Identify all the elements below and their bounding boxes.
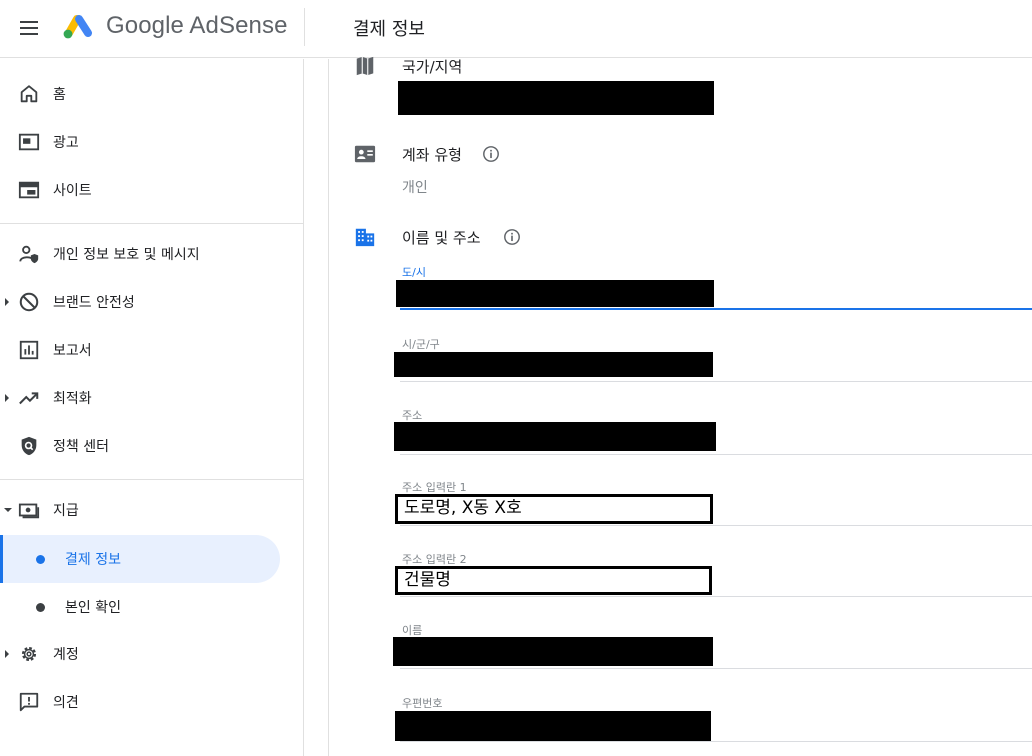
- payments-icon: [18, 503, 40, 519]
- map-icon: [356, 56, 374, 76]
- postal-code-label: 우편번호: [402, 697, 443, 710]
- top-app-bar: Google AdSense 결제 정보: [0, 0, 1032, 58]
- country-value-redacted: [398, 81, 714, 115]
- sidebar-item-label: 보고서: [53, 343, 92, 359]
- address-field-label: 주소: [402, 409, 423, 422]
- adsense-logo-icon[interactable]: [60, 10, 96, 42]
- sidebar-item-account[interactable]: 계정: [0, 631, 304, 677]
- sidebar-item-policy-center[interactable]: 정책 센터: [0, 423, 304, 469]
- expand-caret-icon[interactable]: [5, 394, 9, 402]
- trending-icon: [19, 392, 39, 405]
- sidebar-item-label: 브랜드 안전성: [53, 295, 135, 311]
- info-icon[interactable]: [482, 145, 500, 163]
- name-field-label: 이름: [402, 624, 423, 637]
- info-icon[interactable]: [503, 228, 521, 246]
- name-field-redacted[interactable]: [393, 637, 713, 666]
- sidebar: 홈 광고 사이트 개인 정보 보호 및 메시지 브랜드 안전성 보고서 최적화 …: [0, 59, 304, 756]
- building-icon: [355, 228, 375, 247]
- sidebar-item-optimization[interactable]: 최적화: [0, 375, 304, 421]
- bullet-icon: [36, 603, 45, 612]
- account-type-title: 계좌 유형: [402, 146, 462, 164]
- name-address-title: 이름 및 주소: [402, 229, 481, 247]
- reports-icon: [19, 340, 39, 360]
- page-title: 결제 정보: [353, 19, 425, 40]
- province-field-underline: [400, 308, 1032, 310]
- address-line1-input[interactable]: 도로명, X동 X호: [395, 494, 713, 524]
- postal-code-underline: [400, 741, 1032, 742]
- content-divider: [328, 59, 329, 756]
- sidebar-item-payments[interactable]: 지급: [0, 487, 304, 533]
- sidebar-item-label: 계정: [53, 647, 79, 663]
- sidebar-item-label: 광고: [53, 135, 79, 151]
- sidebar-item-label: 사이트: [53, 183, 92, 199]
- address-line2-label: 주소 입력란 2: [402, 553, 467, 566]
- address-line2-input[interactable]: 건물명: [395, 566, 712, 595]
- address-field-underline: [400, 454, 1032, 455]
- expand-caret-icon[interactable]: [5, 298, 9, 306]
- sites-icon: [18, 181, 40, 199]
- bullet-icon: [36, 555, 45, 564]
- sidebar-item-ads[interactable]: 광고: [0, 119, 304, 165]
- sidebar-item-label: 홈: [53, 87, 66, 103]
- sidebar-item-brand-safety[interactable]: 브랜드 안전성: [0, 279, 304, 325]
- privacy-icon: [19, 245, 39, 264]
- country-section-title: 국가/지역: [402, 58, 463, 76]
- sidebar-item-reports[interactable]: 보고서: [0, 327, 304, 373]
- sidebar-subitem-identity-verification[interactable]: 본인 확인: [0, 583, 280, 631]
- sidebar-item-feedback[interactable]: 의견: [0, 679, 304, 725]
- sidebar-divider: [0, 479, 304, 480]
- province-field-label: 도/시: [402, 266, 426, 279]
- address-line1-underline: [400, 525, 1032, 526]
- brand-name: Google AdSense: [106, 12, 288, 39]
- sidebar-subitem-label: 결제 정보: [65, 552, 121, 568]
- sidebar-item-sites[interactable]: 사이트: [0, 167, 304, 213]
- sidebar-item-label: 최적화: [53, 391, 92, 407]
- sidebar-item-privacy-messaging[interactable]: 개인 정보 보호 및 메시지: [0, 231, 304, 277]
- sidebar-item-label: 개인 정보 보호 및 메시지: [53, 247, 200, 263]
- gear-icon: [21, 646, 37, 662]
- address-line2-underline: [400, 596, 1032, 597]
- city-field-label: 시/군/구: [402, 338, 440, 351]
- header-divider: [304, 8, 305, 46]
- policy-shield-icon: [21, 436, 37, 456]
- sidebar-item-label: 지급: [53, 503, 79, 519]
- sidebar-subitem-label: 본인 확인: [65, 600, 121, 616]
- sidebar-divider: [0, 223, 304, 224]
- contact-card-icon: [354, 145, 376, 163]
- postal-code-redacted[interactable]: [395, 711, 711, 741]
- menu-icon[interactable]: [19, 17, 41, 39]
- sidebar-item-label: 정책 센터: [53, 439, 109, 455]
- sidebar-item-label: 의견: [53, 695, 79, 711]
- city-field-redacted[interactable]: [394, 352, 713, 377]
- name-field-underline: [400, 668, 1032, 669]
- sidebar-subitem-payment-info[interactable]: 결제 정보: [0, 535, 280, 583]
- city-field-underline: [400, 381, 1032, 382]
- block-icon: [19, 292, 39, 312]
- sidebar-item-home[interactable]: 홈: [0, 71, 304, 117]
- collapse-caret-icon[interactable]: [4, 508, 12, 512]
- ads-icon: [18, 133, 40, 151]
- home-icon: [20, 85, 38, 103]
- address-line1-label: 주소 입력란 1: [402, 481, 467, 494]
- account-type-value: 개인: [402, 180, 428, 196]
- province-field-redacted[interactable]: [396, 280, 714, 307]
- feedback-icon: [19, 692, 39, 712]
- expand-caret-icon[interactable]: [5, 650, 9, 658]
- address-field-redacted[interactable]: [394, 422, 716, 451]
